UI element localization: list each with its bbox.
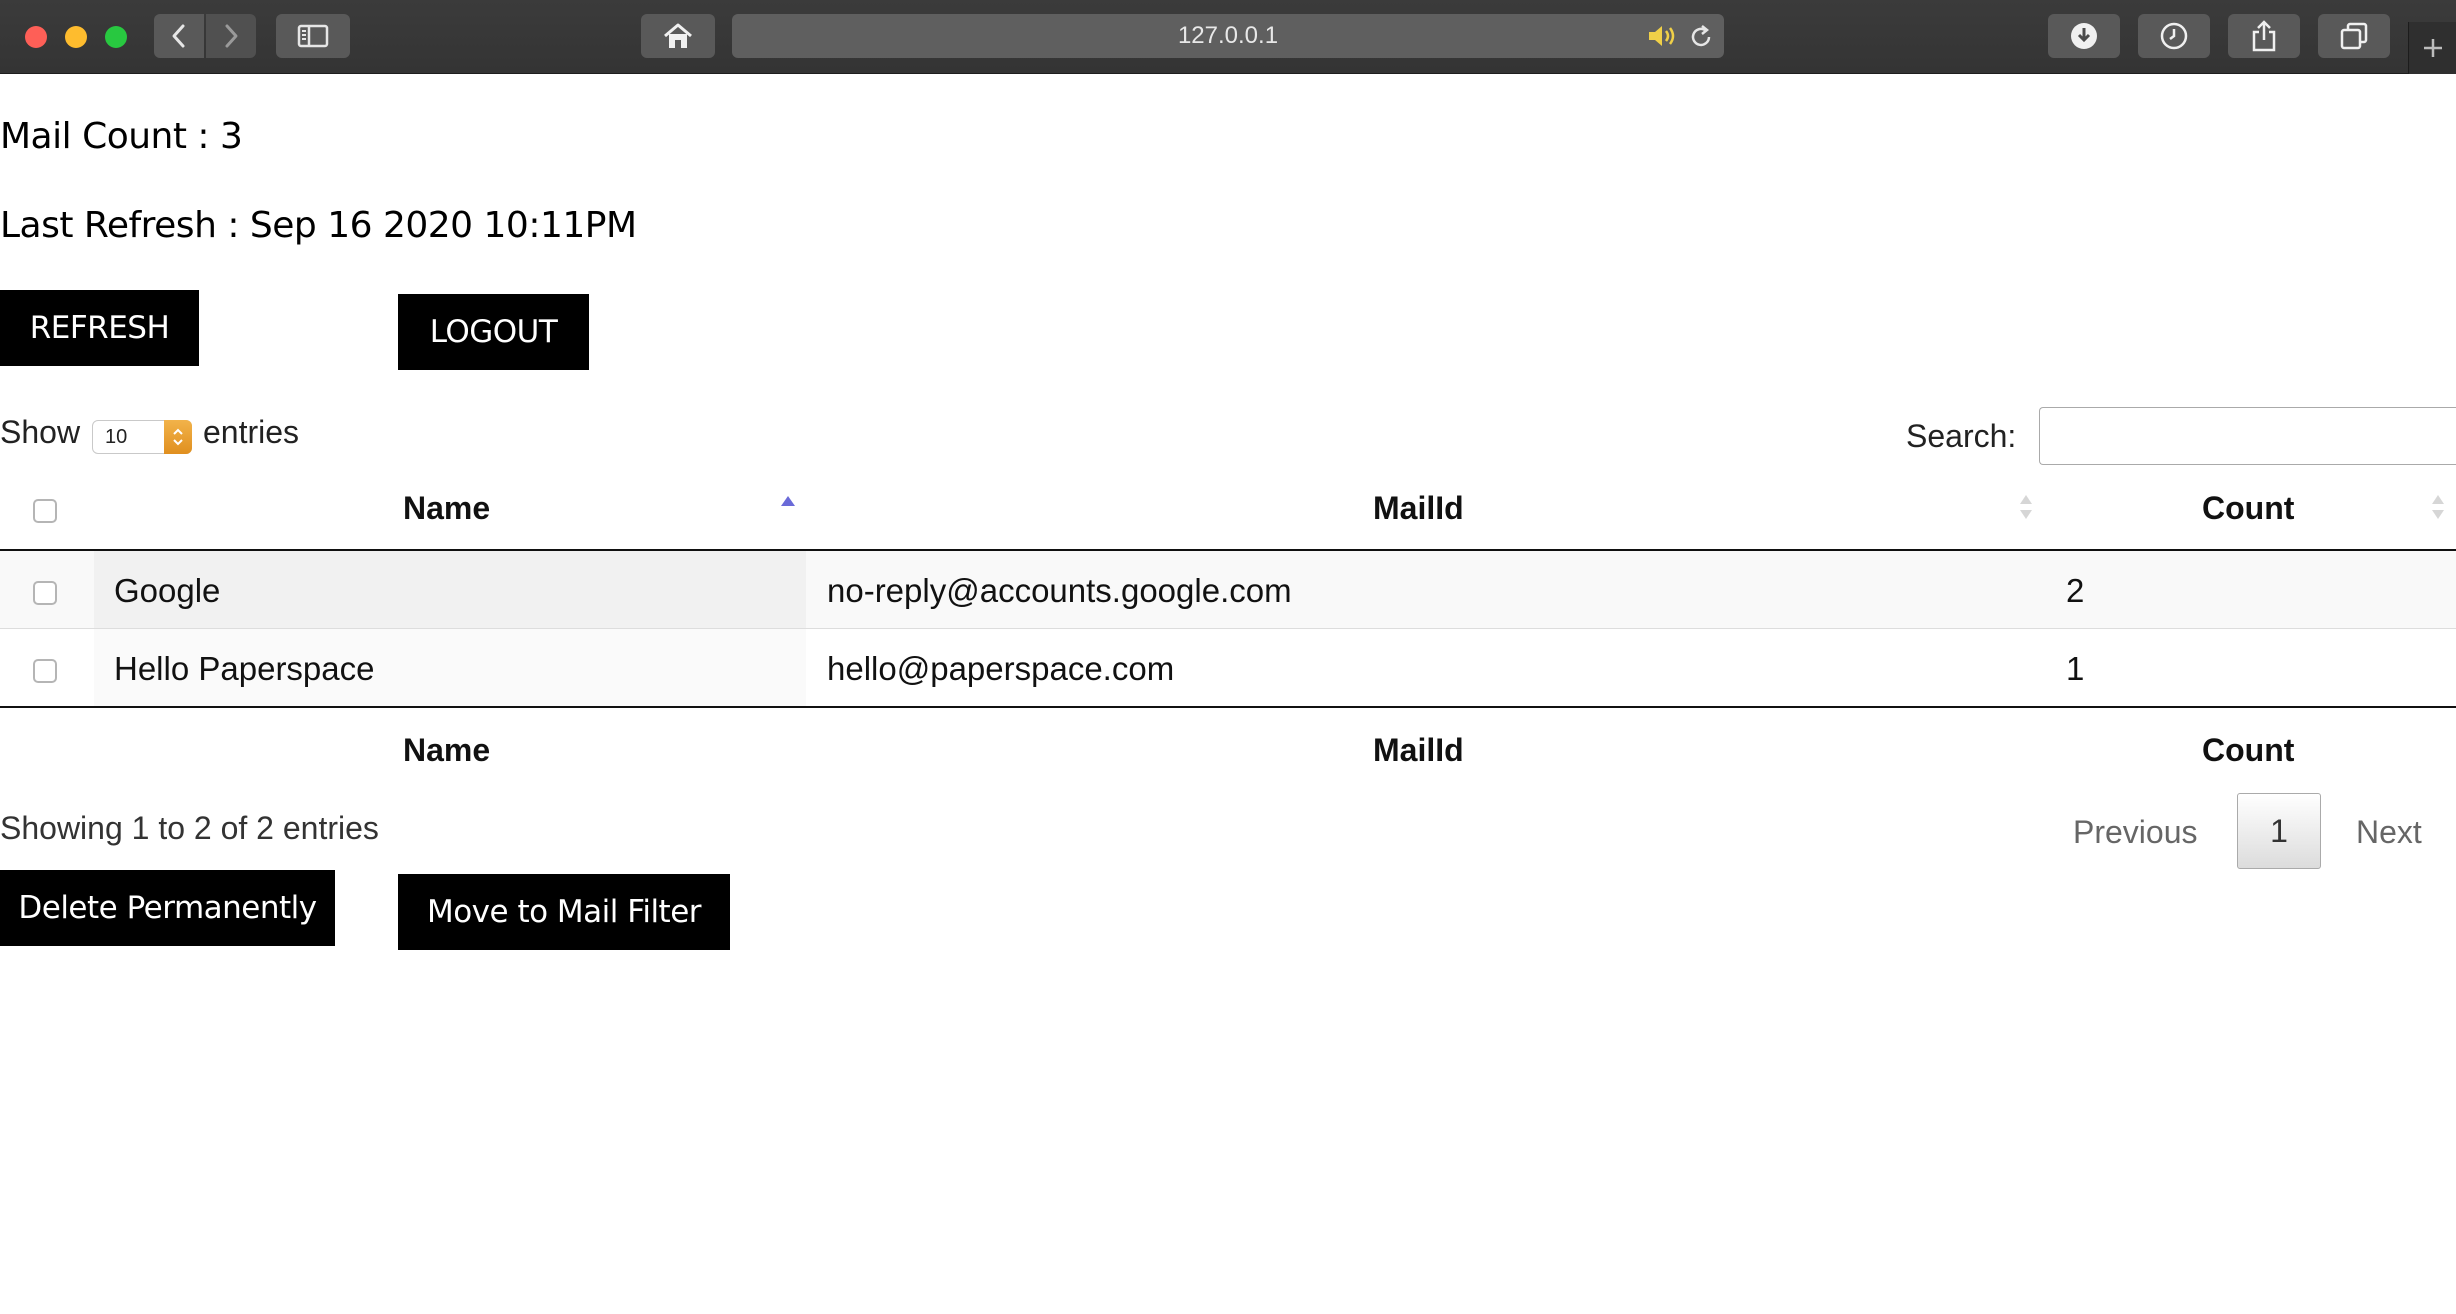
- show-label: Show: [0, 414, 81, 450]
- sidebar-toggle-button[interactable]: [276, 14, 350, 58]
- sort-ascending-icon[interactable]: [779, 494, 797, 508]
- search-label: Search:: [1906, 418, 2017, 454]
- row-mailid: hello@paperspace.com: [827, 650, 1175, 687]
- url-text: 127.0.0.1: [1177, 22, 1279, 49]
- delete-permanently-button[interactable]: Delete Permanently: [0, 870, 335, 946]
- page-length-select[interactable]: 10: [92, 420, 192, 454]
- share-button[interactable]: [2228, 14, 2300, 58]
- home-button[interactable]: [641, 14, 715, 58]
- column-header-name[interactable]: Name: [403, 490, 490, 527]
- pagination-next[interactable]: Next: [2356, 814, 2422, 851]
- column-footer-mailid: MailId: [1373, 732, 1464, 768]
- share-icon: [2252, 20, 2276, 52]
- reload-icon[interactable]: [1688, 24, 1714, 50]
- last-refresh-text: Last Refresh : Sep 16 2020 10:11PM: [0, 205, 637, 246]
- row-count: 2: [2066, 572, 2085, 609]
- row-count: 1: [2066, 650, 2085, 687]
- close-window-button[interactable]: [25, 26, 47, 48]
- mail-count-text: Mail Count : 3: [0, 116, 243, 157]
- entries-label: entries: [203, 414, 300, 450]
- speaker-icon[interactable]: [1646, 24, 1680, 48]
- tab-overview-button[interactable]: [2318, 14, 2390, 58]
- downloads-button[interactable]: [2048, 14, 2120, 58]
- address-bar[interactable]: 127.0.0.1: [732, 14, 1724, 58]
- sidebar-icon: [297, 24, 329, 48]
- column-footer-name: Name: [403, 732, 491, 768]
- minimize-window-button[interactable]: [65, 26, 87, 48]
- pagination-previous[interactable]: Previous: [2073, 814, 2198, 851]
- column-footer-count: Count: [2202, 732, 2295, 768]
- refresh-button[interactable]: REFRESH: [0, 290, 199, 366]
- plus-icon: [2423, 39, 2442, 57]
- forward-button[interactable]: [206, 14, 256, 58]
- move-to-mail-filter-button[interactable]: Move to Mail Filter: [398, 874, 730, 950]
- column-header-count[interactable]: Count: [2202, 490, 2294, 527]
- row-checkbox[interactable]: [33, 581, 57, 605]
- search-input[interactable]: [2039, 407, 2456, 465]
- browser-toolbar: 127.0.0.1: [0, 0, 2456, 74]
- row-name: Hello Paperspace: [114, 650, 375, 687]
- select-all-checkbox[interactable]: [33, 499, 57, 523]
- row-checkbox[interactable]: [33, 659, 57, 683]
- table-footer-border: [0, 706, 2456, 708]
- tabs-icon: [2340, 22, 2368, 50]
- row-name: Google: [114, 572, 221, 609]
- new-tab-button[interactable]: [2408, 22, 2456, 74]
- page-length-value: 10: [105, 426, 128, 448]
- logout-button[interactable]: LOGOUT: [398, 294, 589, 370]
- clock-icon: [2160, 22, 2188, 50]
- chevron-right-icon: [225, 24, 238, 48]
- select-stepper-icon: [164, 420, 192, 454]
- download-icon: [2071, 23, 2097, 49]
- table-info: Showing 1 to 2 of 2 entries: [0, 810, 379, 846]
- pagination-page-1[interactable]: 1: [2237, 793, 2321, 869]
- chevron-left-icon: [172, 24, 185, 48]
- zoom-window-button[interactable]: [105, 26, 127, 48]
- back-button[interactable]: [154, 14, 204, 58]
- home-icon: [664, 23, 692, 48]
- sort-both-icon[interactable]: [2429, 492, 2447, 522]
- column-header-mailid[interactable]: MailId: [1373, 490, 1464, 527]
- row-mailid: no-reply@accounts.google.com: [827, 572, 1292, 609]
- history-button[interactable]: [2138, 14, 2210, 58]
- sort-both-icon[interactable]: [2017, 492, 2035, 522]
